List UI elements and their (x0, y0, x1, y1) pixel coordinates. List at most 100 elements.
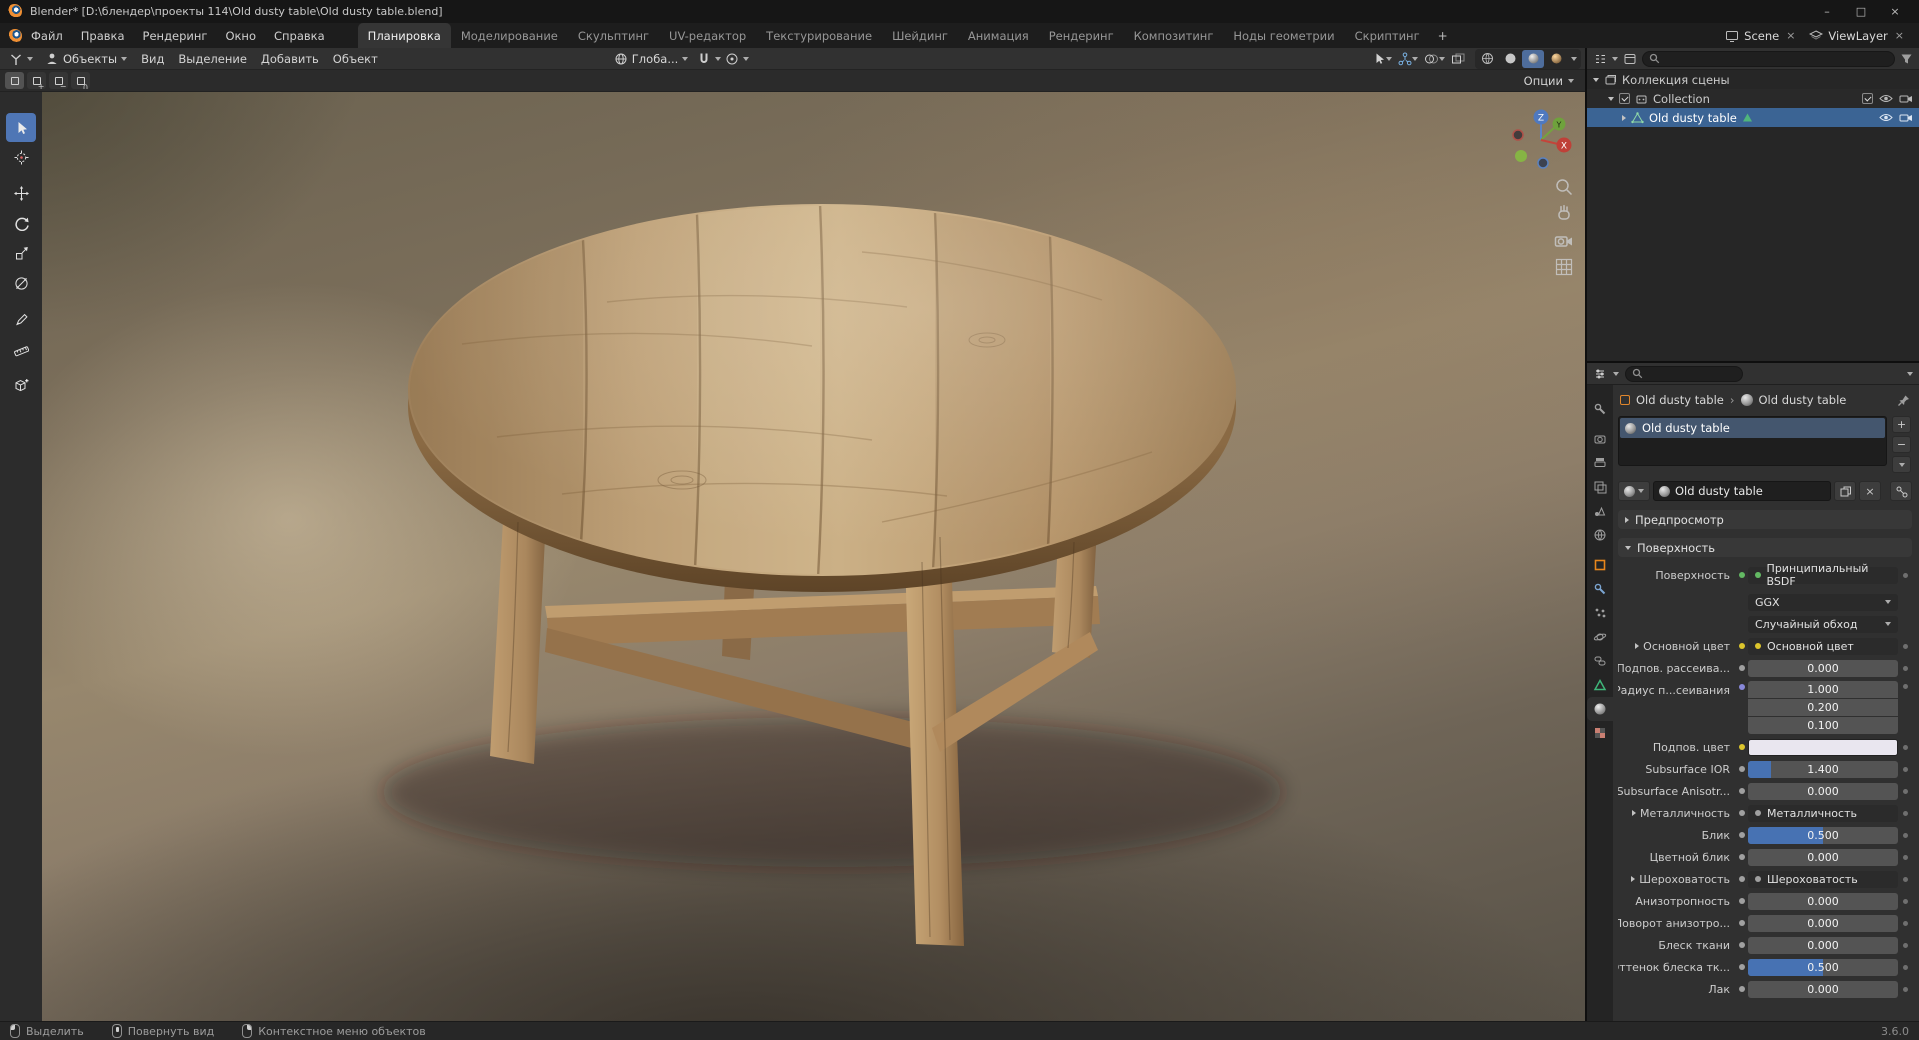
nodes-toggle-button[interactable] (1890, 481, 1912, 501)
shading-dropdown-chevron[interactable] (1571, 56, 1577, 61)
editor-type-button[interactable] (4, 49, 38, 69)
select-mode-intersect-button[interactable] (71, 72, 90, 91)
tab-render[interactable] (1587, 427, 1613, 451)
tool-select-box[interactable] (6, 113, 36, 142)
tab-constraints[interactable] (1587, 649, 1613, 673)
add-slot-button[interactable]: + (1892, 416, 1911, 433)
menu-item[interactable]: Файл (22, 23, 72, 48)
properties-filter-chevron[interactable] (1907, 371, 1913, 376)
workspace-tab[interactable]: Шейдинг (882, 23, 958, 48)
hide-eye-icon[interactable] (1879, 113, 1893, 122)
workspace-tab[interactable]: Анимация (958, 23, 1039, 48)
panel-preview[interactable]: Предпросмотр (1618, 510, 1912, 529)
viewport-canvas[interactable]: Z Y X (42, 92, 1585, 1021)
add-workspace-button[interactable]: + (1430, 29, 1456, 43)
collection-checkbox[interactable] (1619, 93, 1630, 104)
hide-eye-icon[interactable] (1879, 94, 1893, 103)
workspace-tab[interactable]: Планировка (357, 23, 451, 48)
tab-tool[interactable] (1587, 397, 1613, 421)
tool-add-cube[interactable] (6, 371, 36, 400)
zoom-button[interactable] (1553, 176, 1575, 198)
decorator-dot[interactable] (1902, 832, 1908, 838)
slot-specials-button[interactable] (1892, 456, 1911, 473)
anisotropic-field[interactable]: 0.000 (1748, 892, 1898, 910)
tool-annotate[interactable] (6, 305, 36, 334)
tab-texture[interactable] (1587, 721, 1613, 745)
distribution-dropdown[interactable]: GGX (1748, 593, 1898, 611)
viewport-menu-item[interactable]: Объект (326, 52, 385, 66)
tab-object[interactable] (1587, 553, 1613, 577)
minimize-button[interactable]: – (1810, 0, 1844, 23)
outliner-row-collection[interactable]: Collection (1587, 89, 1919, 108)
tab-physics[interactable] (1587, 625, 1613, 649)
xray-toggle[interactable] (1449, 49, 1467, 69)
decorator-dot[interactable] (1902, 684, 1908, 689)
decorator-dot[interactable] (1902, 788, 1908, 794)
tab-world[interactable] (1587, 523, 1613, 547)
tab-object-data[interactable] (1587, 673, 1613, 697)
workspace-tab[interactable]: Текстурирование (756, 23, 882, 48)
material-name-field[interactable]: Old dusty table (1653, 481, 1831, 501)
decorator-dot[interactable] (1902, 964, 1908, 970)
sheen-tint-slider[interactable]: 0.500 (1748, 958, 1898, 976)
expand-icon[interactable] (1635, 643, 1640, 649)
tab-material[interactable] (1587, 697, 1613, 721)
workspace-tab[interactable]: Скриптинг (1345, 23, 1430, 48)
radius-x-field[interactable]: 1.000 (1748, 681, 1898, 698)
outliner-editor-icon[interactable] (1593, 52, 1607, 66)
selectability-dropdown[interactable] (1371, 49, 1394, 69)
decorator-dot[interactable] (1902, 744, 1908, 750)
decorator-dot[interactable] (1902, 942, 1908, 948)
tool-scale[interactable] (6, 239, 36, 268)
specular-tint-field[interactable]: 0.000 (1748, 848, 1898, 866)
specular-slider[interactable]: 0.500 (1748, 826, 1898, 844)
browse-material-button[interactable] (1618, 481, 1650, 501)
decorator-dot[interactable] (1902, 665, 1908, 671)
disable-render-camera-icon[interactable] (1899, 93, 1913, 105)
menu-item[interactable]: Рендеринг (134, 23, 217, 48)
workspace-tab[interactable]: Ноды геометрии (1223, 23, 1344, 48)
decorator-dot[interactable] (1902, 572, 1908, 578)
tool-transform[interactable] (6, 269, 36, 298)
outliner-display-mode-icon[interactable] (1623, 52, 1637, 66)
properties-editor-chevron[interactable] (1613, 371, 1619, 376)
show-gizmos-toggle[interactable] (1396, 49, 1420, 69)
proportional-dropdown-chevron[interactable] (743, 56, 750, 61)
subsurface-ior-slider[interactable]: 1.400 (1748, 760, 1898, 778)
shading-material-preview-button[interactable] (1522, 49, 1544, 68)
tool-cursor[interactable] (6, 143, 36, 172)
outliner-editor-chevron[interactable] (1612, 56, 1618, 61)
expand-icon[interactable] (1593, 77, 1599, 82)
radius-y-field[interactable]: 0.200 (1748, 699, 1898, 716)
subsurface-method-dropdown[interactable]: Случайный обход (1748, 615, 1898, 633)
decorator-dot[interactable] (1902, 898, 1908, 904)
select-mode-extend-button[interactable] (27, 72, 46, 91)
remove-slot-button[interactable]: − (1892, 436, 1911, 453)
decorator-dot[interactable] (1902, 854, 1908, 860)
decorator-dot[interactable] (1902, 810, 1908, 816)
decorator-dot[interactable] (1902, 643, 1908, 649)
pin-icon[interactable] (1897, 394, 1910, 407)
tab-scene[interactable] (1587, 499, 1613, 523)
tab-particles[interactable] (1587, 601, 1613, 625)
roughness-link-button[interactable]: Шероховатость (1748, 870, 1898, 888)
viewport-menu-item[interactable]: Вид (134, 52, 171, 66)
unlink-material-button[interactable]: × (1859, 481, 1881, 501)
shading-solid-button[interactable] (1499, 50, 1521, 68)
tool-move[interactable] (6, 179, 36, 208)
expand-icon[interactable] (1622, 114, 1626, 121)
decorator-dot[interactable] (1902, 986, 1908, 992)
maximize-button[interactable]: □ (1844, 0, 1878, 23)
view-layer-selector[interactable]: ViewLayer × (1802, 26, 1911, 46)
sheen-field[interactable]: 0.000 (1748, 936, 1898, 954)
pan-hand-button[interactable] (1553, 202, 1575, 224)
close-button[interactable]: × (1878, 0, 1912, 23)
unlink-scene-icon[interactable]: × (1784, 29, 1795, 42)
show-overlays-toggle[interactable] (1422, 49, 1447, 69)
subsurface-field[interactable]: 0.000 (1748, 659, 1898, 677)
material-slot-list[interactable]: Old dusty table (1618, 416, 1887, 466)
workspace-tab[interactable]: UV-редактор (659, 23, 756, 48)
tool-measure[interactable] (6, 335, 36, 364)
menu-item[interactable]: Правка (72, 23, 134, 48)
workspace-tab[interactable]: Скульптинг (568, 23, 659, 48)
